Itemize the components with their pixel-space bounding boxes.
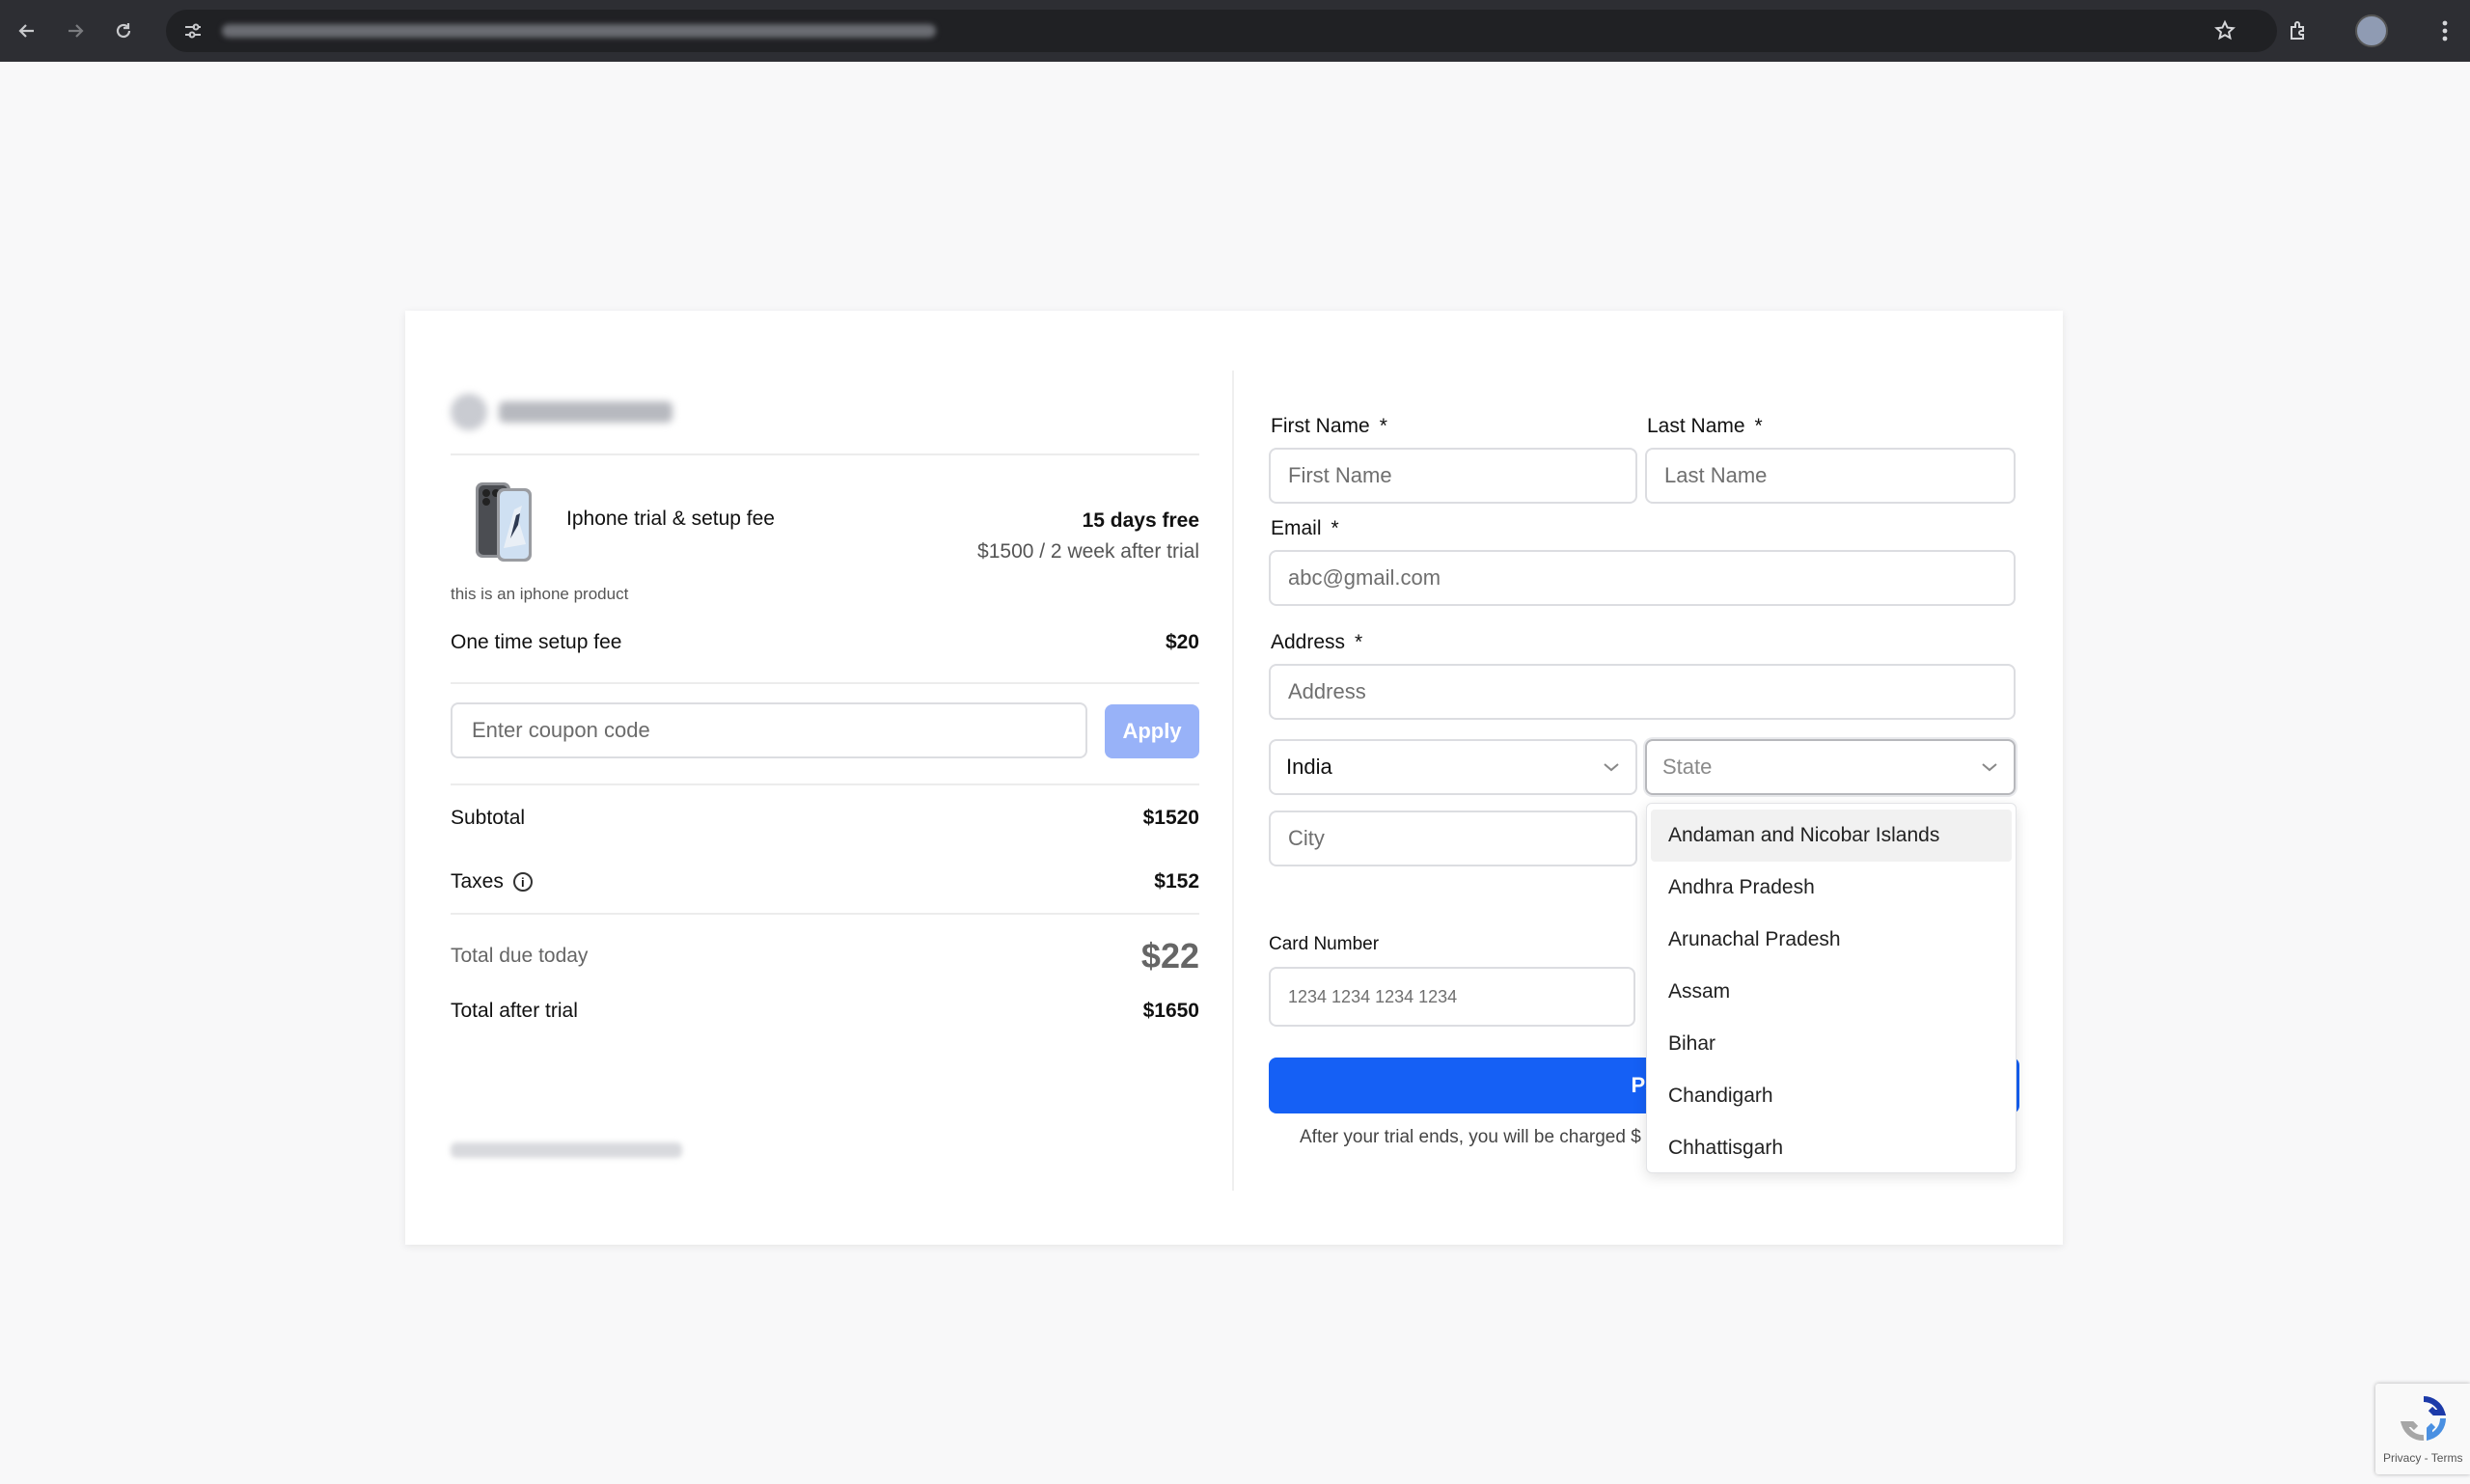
info-icon[interactable]: i (512, 872, 533, 893)
merchant-name-blurred (499, 401, 672, 423)
state-option[interactable]: Andaman and Nicobar Islands (1651, 810, 2012, 862)
product-title: Iphone trial & setup fee (566, 508, 775, 530)
recaptcha-icon (2400, 1396, 2447, 1442)
total-due-row: Total due today $22 (451, 936, 1199, 976)
total-after-trial-value: $1650 (1142, 1000, 1199, 1022)
taxes-label: Taxes (451, 870, 504, 893)
chevron-down-icon (1603, 757, 1620, 778)
first-name-label: First Name * (1271, 415, 1387, 438)
column-divider (1232, 371, 1234, 1191)
required-mark: * (1331, 517, 1339, 539)
trial-price-note: $1500 / 2 week after trial (977, 540, 1199, 563)
setup-fee-label: One time setup fee (451, 631, 622, 653)
country-value: India (1286, 755, 1332, 779)
iphone-product-image (476, 482, 532, 562)
setup-fee-row: One time setup fee $20 (451, 631, 1199, 654)
merchant-logo (451, 394, 487, 430)
state-option[interactable]: Chandigarh (1651, 1070, 2012, 1122)
email-field[interactable] (1269, 550, 2016, 606)
country-select[interactable]: India (1269, 739, 1637, 795)
divider (451, 453, 1199, 455)
recaptcha-badge[interactable]: Privacy - Terms (2375, 1384, 2470, 1474)
required-mark: * (1355, 631, 1363, 653)
total-due-label: Total due today (451, 945, 589, 967)
back-icon[interactable] (6, 10, 48, 52)
browser-toolbar (0, 0, 2470, 62)
total-after-trial-row: Total after trial $1650 (451, 1000, 1199, 1023)
required-mark: * (1754, 415, 1763, 437)
state-select[interactable]: State (1645, 739, 2016, 795)
state-option[interactable]: Bihar (1651, 1018, 2012, 1070)
subtotal-row: Subtotal $1520 (451, 807, 1199, 830)
menu-kebab-icon[interactable] (2424, 10, 2466, 52)
last-name-label-text: Last Name (1647, 415, 1745, 437)
address-label-text: Address (1271, 631, 1346, 653)
card-number-label: Card Number (1269, 934, 1380, 954)
product-description: this is an iphone product (451, 585, 629, 603)
chevron-down-icon (1981, 757, 1998, 778)
subtotal-value: $1520 (1142, 807, 1199, 829)
first-name-field[interactable] (1269, 448, 1637, 504)
divider (451, 783, 1199, 785)
taxes-value: $152 (1154, 870, 1199, 893)
state-option[interactable]: Andhra Pradesh (1651, 862, 2012, 914)
apply-coupon-button[interactable]: Apply (1105, 704, 1199, 758)
first-name-label-text: First Name (1271, 415, 1370, 437)
total-after-trial-label: Total after trial (451, 1000, 578, 1022)
email-label: Email * (1271, 517, 1339, 540)
divider (451, 913, 1199, 915)
address-label: Address * (1271, 631, 1362, 654)
profile-avatar[interactable] (2350, 10, 2393, 52)
url-text-blurred (222, 24, 936, 38)
trial-charge-note: After your trial ends, you will be charg… (1300, 1127, 1641, 1147)
required-mark: * (1379, 415, 1387, 437)
email-label-text: Email (1271, 517, 1322, 539)
address-field[interactable] (1269, 664, 2016, 720)
card-number-field[interactable] (1269, 967, 1635, 1027)
state-option[interactable]: Arunachal Pradesh (1651, 914, 2012, 966)
state-dropdown-list: Andaman and Nicobar Islands Andhra Prade… (1646, 803, 2017, 1173)
powered-by-blurred (451, 1142, 682, 1158)
recaptcha-terms[interactable]: Privacy - Terms (2383, 1451, 2462, 1465)
state-option[interactable]: Chhattisgarh (1651, 1122, 2012, 1174)
last-name-label: Last Name * (1647, 415, 1763, 438)
state-placeholder: State (1662, 755, 1713, 779)
reload-icon[interactable] (102, 10, 145, 52)
last-name-field[interactable] (1645, 448, 2016, 504)
trial-period: 15 days free (1082, 509, 1199, 532)
state-option[interactable]: Assam (1651, 966, 2012, 1018)
site-settings-icon[interactable] (172, 10, 214, 52)
forward-icon[interactable] (54, 10, 96, 52)
coupon-input[interactable] (451, 702, 1087, 758)
subtotal-label: Subtotal (451, 807, 526, 829)
bookmark-star-icon[interactable] (2204, 10, 2246, 52)
total-due-value: $22 (1140, 936, 1199, 976)
city-field[interactable] (1269, 811, 1637, 866)
divider (451, 682, 1199, 684)
merchant-header-blurred (451, 394, 672, 430)
taxes-row: Taxes i $152 (451, 870, 1199, 893)
address-bar[interactable] (166, 10, 2277, 52)
extensions-icon[interactable] (2277, 10, 2319, 52)
taxes-label-group: Taxes i (451, 870, 533, 893)
setup-fee-value: $20 (1165, 631, 1199, 653)
